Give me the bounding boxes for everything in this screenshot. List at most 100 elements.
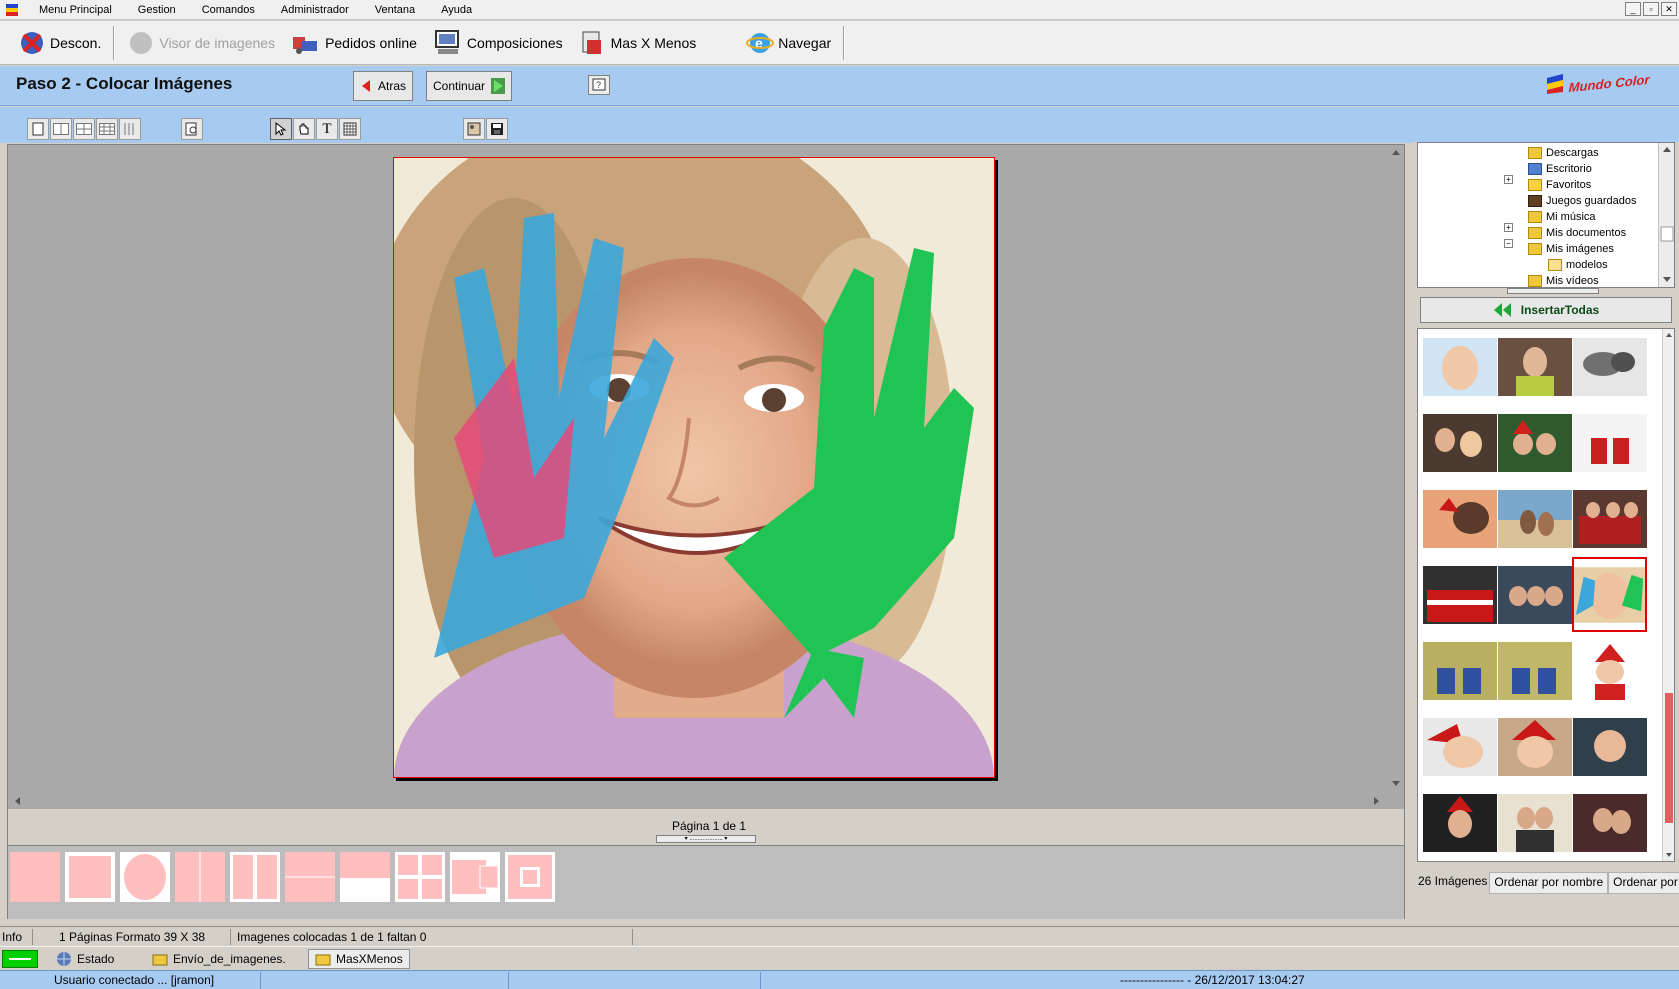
template-framed-center[interactable]: [505, 852, 555, 902]
gallery-thumb-santa-hats[interactable]: [1497, 405, 1572, 480]
select-pointer-icon[interactable]: [270, 118, 292, 140]
minimize-icon[interactable]: _: [1625, 2, 1641, 16]
gallery-thumb-couple-tree[interactable]: [1497, 785, 1572, 860]
gallery-thumb-two-kids-yellow-2[interactable]: [1497, 633, 1572, 708]
restore-icon[interactable]: ▫: [1643, 2, 1659, 16]
folder-icon: [1528, 147, 1542, 159]
tree-item-descargas[interactable]: Descargas: [1528, 145, 1599, 161]
menu-ayuda[interactable]: Ayuda: [428, 0, 485, 20]
descon-button[interactable]: Descon.: [10, 24, 109, 62]
gallery-thumb-kids-red[interactable]: [1572, 405, 1647, 480]
gallery-thumb-woman[interactable]: [1497, 329, 1572, 404]
tree-item-mis-documentos[interactable]: Mis documentos: [1528, 225, 1626, 241]
gallery-thumb-santa-group[interactable]: [1422, 557, 1497, 632]
desktop-icon: [1528, 163, 1542, 175]
single-page-icon[interactable]: [27, 118, 49, 140]
gallery-thumb-couple-baby[interactable]: [1422, 405, 1497, 480]
back-button[interactable]: Atras: [353, 71, 414, 101]
canvas-horizontal-scrollbar[interactable]: [8, 793, 1404, 809]
menu-principal[interactable]: Menu Principal: [26, 0, 125, 20]
gallery-thumb-baby-hat[interactable]: [1422, 709, 1497, 784]
gallery-thumb-baby-santa[interactable]: [1572, 633, 1647, 708]
tree-item-mis-videos[interactable]: Mis vídeos: [1528, 273, 1599, 287]
tree-scrollbar[interactable]: [1658, 143, 1674, 287]
template-two-vertical-bordered[interactable]: [230, 852, 280, 902]
navegar-button[interactable]: e Navegar: [738, 24, 839, 62]
tree-collapser[interactable]: −: [1504, 239, 1513, 248]
task-envio[interactable]: Envío_de_imagenes.: [146, 949, 292, 969]
composiciones-button[interactable]: Composiciones: [425, 24, 571, 62]
masxmenos-button[interactable]: Mas X Menos: [571, 24, 705, 62]
gallery-scrollbar[interactable]: [1662, 329, 1674, 861]
template-two-horizontal[interactable]: [285, 852, 335, 902]
menu-administrador[interactable]: Administrador: [268, 0, 362, 20]
tree-expander[interactable]: +: [1504, 175, 1513, 184]
tree-item-label: Mis vídeos: [1546, 275, 1599, 287]
close-icon[interactable]: ✕: [1661, 2, 1677, 16]
gallery-thumb-beach[interactable]: [1497, 481, 1572, 556]
text-tool-icon[interactable]: T: [316, 118, 338, 140]
gallery-thumb-family-bw[interactable]: [1572, 329, 1647, 404]
pedidos-button[interactable]: Pedidos online: [283, 24, 425, 62]
edit-toolbar: T: [0, 107, 1679, 143]
tree-item-juegos-guardados[interactable]: Juegos guardados: [1528, 193, 1637, 209]
nine-grid-icon[interactable]: [96, 118, 118, 140]
template-oval[interactable]: [120, 852, 170, 902]
template-bordered[interactable]: [65, 852, 115, 902]
continue-button[interactable]: Continuar: [426, 71, 513, 101]
gallery-thumb-baby[interactable]: [1422, 329, 1497, 404]
internet-explorer-icon: e: [746, 32, 775, 53]
gallery-thumb-baby-hat-2[interactable]: [1497, 709, 1572, 784]
template-top-half[interactable]: [340, 852, 390, 902]
preview-icon[interactable]: [181, 118, 203, 140]
template-four-grid[interactable]: [395, 852, 445, 902]
gallery-thumb-baby-blue[interactable]: [1572, 709, 1647, 784]
template-two-vertical[interactable]: [175, 852, 225, 902]
task-masxmenos[interactable]: MasXMenos: [308, 949, 410, 969]
two-columns-icon[interactable]: [50, 118, 72, 140]
strips-icon[interactable]: [119, 118, 141, 140]
status-blank: [632, 929, 1679, 945]
gallery-thumb-painted-hands[interactable]: [1572, 557, 1647, 632]
placed-photo[interactable]: [393, 157, 995, 778]
image-edit-icon[interactable]: [463, 118, 485, 140]
visor-button[interactable]: Visor de imagenes: [119, 24, 283, 62]
gallery-thumb-kiss[interactable]: [1422, 481, 1497, 556]
canvas-vertical-scrollbar[interactable]: [1388, 145, 1404, 793]
save-icon[interactable]: [486, 118, 508, 140]
menu-ventana[interactable]: Ventana: [362, 0, 428, 20]
gallery-thumb-couple-dark[interactable]: [1572, 785, 1647, 860]
panel-splitter[interactable]: [1507, 288, 1599, 294]
menu-gestion[interactable]: Gestion: [125, 0, 189, 20]
four-grid-icon[interactable]: [73, 118, 95, 140]
status-divider: [508, 972, 509, 989]
template-overlap[interactable]: [450, 852, 500, 902]
gallery-thumb-group-santa[interactable]: [1572, 481, 1647, 556]
hand-pan-icon[interactable]: [293, 118, 315, 140]
videos-folder-icon: [1528, 275, 1542, 287]
user-connected: Usuario conectado ... [jramon]: [54, 973, 215, 987]
tree-item-mi-musica[interactable]: Mi música: [1528, 209, 1596, 225]
tree-expander[interactable]: +: [1504, 223, 1513, 232]
calendar-icon[interactable]: [339, 118, 361, 140]
task-estado[interactable]: Estado: [50, 949, 120, 969]
gallery-thumb-two-kids-yellow[interactable]: [1422, 633, 1497, 708]
navegar-label: Navegar: [778, 34, 832, 51]
page-dropdown[interactable]: ▾ .................... ▾: [656, 835, 756, 843]
tree-item-escritorio[interactable]: Escritorio: [1528, 161, 1592, 177]
gallery-thumb-man-santa[interactable]: [1422, 785, 1497, 860]
menu-comandos[interactable]: Comandos: [189, 0, 268, 20]
sort-by-name-button[interactable]: Ordenar por nombre: [1489, 872, 1609, 894]
gallery-thumb-family-hats[interactable]: [1497, 557, 1572, 632]
info-status-bar: Info 1 Páginas Formato 39 X 38 Imagenes …: [0, 926, 1679, 946]
help-button[interactable]: ?: [588, 75, 610, 95]
tree-item-favoritos[interactable]: Favoritos: [1528, 177, 1591, 193]
insert-all-button[interactable]: InsertarTodas: [1420, 297, 1672, 323]
image-viewer-icon: [130, 31, 153, 54]
sort-by-date-button[interactable]: Ordenar por fecha: [1608, 872, 1679, 894]
tree-item-modelos[interactable]: modelos: [1548, 257, 1608, 273]
tree-item-label: modelos: [1566, 259, 1608, 271]
folder-icon: [315, 954, 331, 966]
template-full[interactable]: [10, 852, 60, 902]
tree-item-mis-imagenes[interactable]: Mis imágenes: [1528, 241, 1614, 257]
